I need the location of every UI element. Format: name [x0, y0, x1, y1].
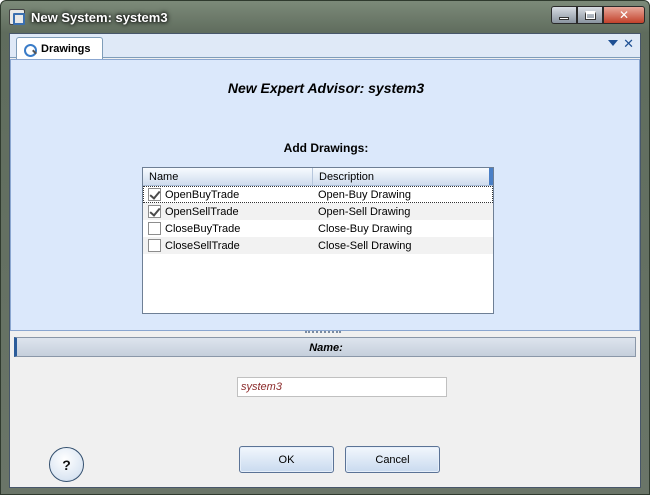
row-description: Open-Sell Drawing — [318, 205, 411, 218]
row-checkbox[interactable] — [148, 239, 161, 252]
cancel-button[interactable]: Cancel — [345, 446, 440, 473]
list-item[interactable]: CloseSellTrade Close-Sell Drawing — [143, 237, 493, 254]
title-bar[interactable]: New System: system3 ✕ — [1, 1, 650, 33]
column-header-description[interactable]: Description — [313, 168, 489, 185]
row-checkbox[interactable] — [148, 205, 161, 218]
system-name-input[interactable] — [237, 377, 447, 397]
row-checkbox[interactable] — [148, 222, 161, 235]
row-name: CloseBuyTrade — [165, 222, 241, 235]
row-description: Open-Buy Drawing — [318, 188, 411, 201]
help-button[interactable]: ? — [49, 447, 84, 482]
row-name: OpenSellTrade — [165, 205, 239, 218]
maximize-button[interactable] — [577, 6, 603, 24]
row-name: CloseSellTrade — [165, 239, 240, 252]
row-checkbox[interactable] — [148, 188, 161, 201]
drawings-panel: New Expert Advisor: system3 Add Drawings… — [10, 59, 640, 331]
minimize-button[interactable] — [551, 6, 577, 24]
row-name: OpenBuyTrade — [165, 188, 240, 201]
help-icon: ? — [62, 456, 71, 473]
close-window-button[interactable]: ✕ — [603, 6, 645, 24]
dialog-client-area: Drawings ✕ New Expert Advisor: system3 A… — [9, 33, 641, 488]
tab-close-icon[interactable]: ✕ — [623, 36, 634, 52]
list-item[interactable]: OpenSellTrade Open-Sell Drawing — [143, 203, 493, 220]
tab-strip: Drawings ✕ — [10, 34, 640, 59]
list-item[interactable]: CloseBuyTrade Close-Buy Drawing — [143, 220, 493, 237]
minimize-icon — [559, 16, 569, 20]
column-header-name[interactable]: Name — [143, 168, 313, 185]
drawings-tab-icon — [23, 42, 37, 57]
name-section-label: Name: — [309, 342, 343, 354]
maximize-icon — [584, 10, 596, 20]
row-description: Close-Buy Drawing — [318, 222, 413, 235]
close-icon: ✕ — [618, 8, 630, 22]
page-title: New Expert Advisor: system3 — [227, 80, 425, 96]
window-controls: ✕ — [551, 6, 645, 24]
app-icon — [9, 9, 25, 25]
ok-button[interactable]: OK — [239, 446, 334, 473]
header-scroll-accent — [489, 168, 493, 185]
tab-drawings[interactable]: Drawings — [16, 37, 103, 59]
row-description: Close-Sell Drawing — [318, 239, 412, 252]
window-title: New System: system3 — [31, 10, 168, 25]
tab-dropdown-icon[interactable] — [608, 40, 618, 46]
list-header: Name Description — [143, 168, 493, 186]
drawings-list[interactable]: Name Description OpenBuyTrade Open-Buy D… — [142, 167, 494, 314]
list-item[interactable]: OpenBuyTrade Open-Buy Drawing — [143, 186, 493, 203]
name-section-header: Name: — [14, 337, 636, 357]
app-window: New System: system3 ✕ Drawings ✕ New Exp… — [0, 0, 650, 495]
splitter-grip[interactable] — [305, 331, 341, 334]
tab-drawings-label: Drawings — [41, 42, 91, 55]
add-drawings-label: Add Drawings: — [283, 141, 369, 155]
